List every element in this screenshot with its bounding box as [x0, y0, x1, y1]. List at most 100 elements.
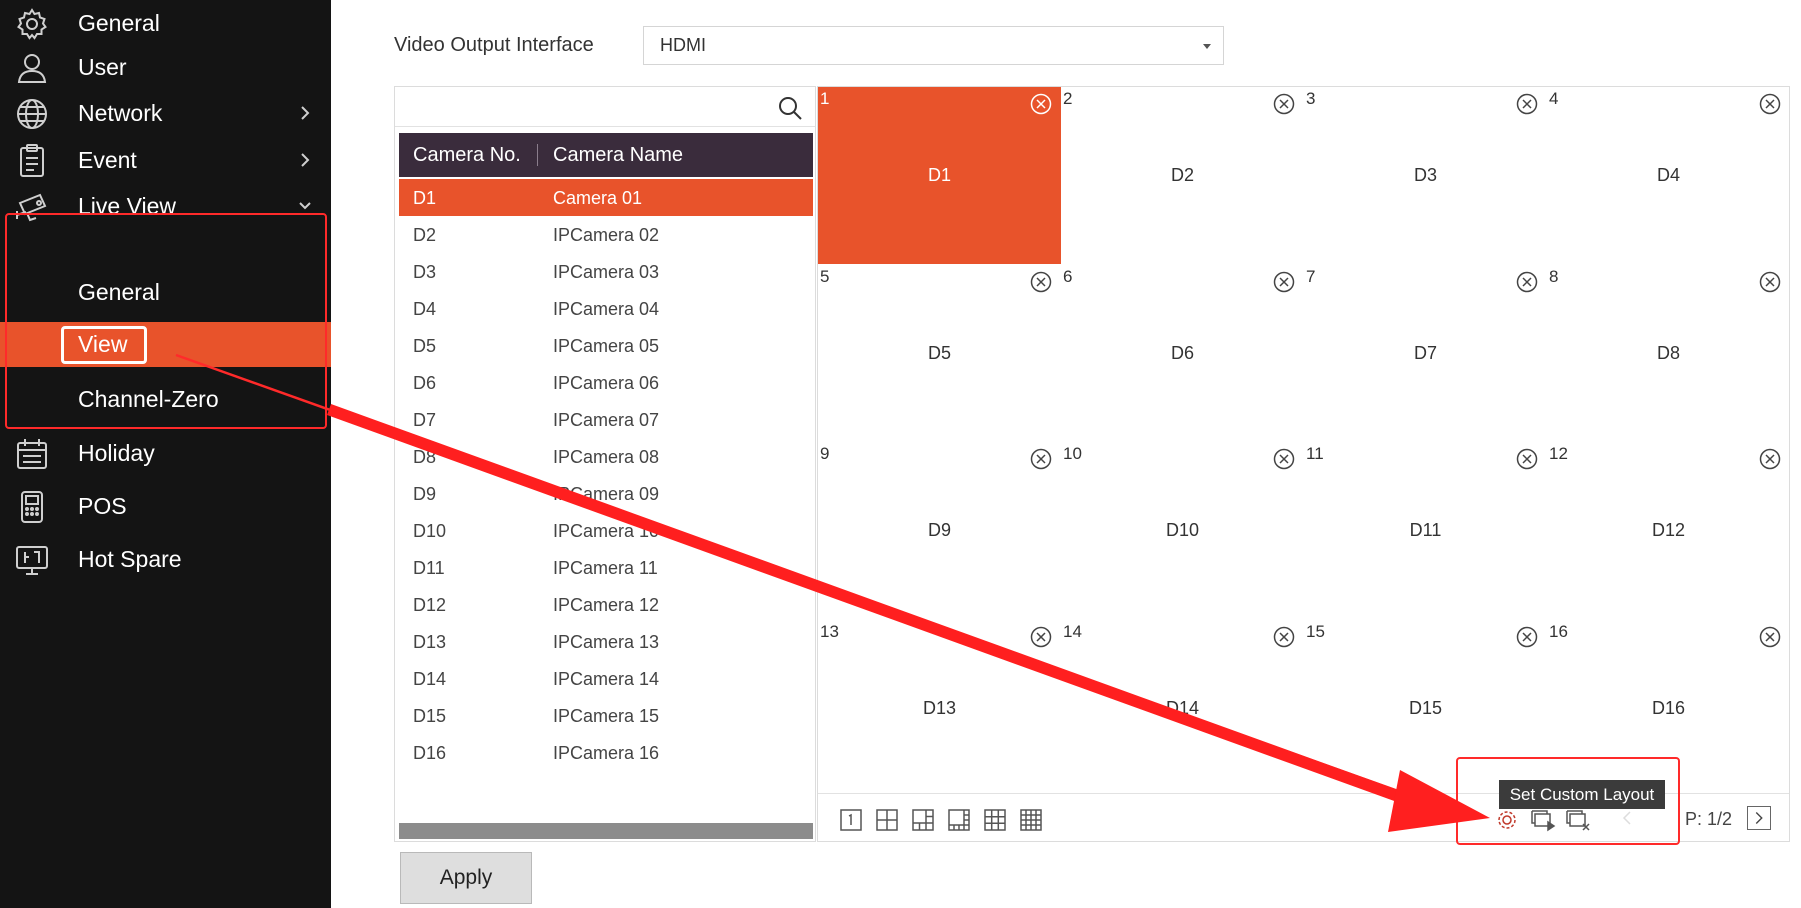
- camera-table-row[interactable]: D16 IPCamera 16: [399, 734, 813, 771]
- sidebar-item-pos[interactable]: POS: [0, 481, 331, 531]
- channel-cell-number: 4: [1549, 89, 1559, 108]
- channel-cell[interactable]: 4 D4: [1547, 87, 1790, 264]
- horizontal-scrollbar[interactable]: [399, 823, 813, 839]
- sidebar-item-label: Network: [78, 99, 163, 126]
- pos-terminal-icon: [21, 491, 43, 523]
- column-header-camera-no[interactable]: Camera No.: [413, 144, 521, 167]
- camera-name-cell: IPCamera 10: [553, 521, 660, 541]
- channel-cell-number: 5: [820, 266, 830, 286]
- channel-cell-label: D12: [1651, 520, 1686, 540]
- sidebar-item-user[interactable]: User: [0, 42, 331, 92]
- camera-table-row[interactable]: D8 IPCamera 08: [399, 438, 813, 475]
- toolbar-highlight-box: [1456, 757, 1680, 845]
- channel-cell-number: 16: [1549, 621, 1568, 641]
- camera-table-body: D1 Camera 01 D2 IPCamera 02 D3 IPCamera 03 D4 I…: [399, 179, 813, 771]
- close-icon[interactable]: [1273, 93, 1295, 115]
- apply-button[interactable]: Apply: [400, 852, 532, 904]
- camera-name-cell: IPCamera 04: [553, 299, 660, 319]
- layout-1plus5-icon[interactable]: [912, 809, 934, 831]
- camera-table-row[interactable]: D7 IPCamera 07: [399, 401, 813, 438]
- close-icon[interactable]: [1030, 626, 1052, 648]
- close-icon[interactable]: [1516, 271, 1538, 293]
- camera-name-cell: Camera 01: [553, 188, 643, 208]
- camera-table-row[interactable]: D2 IPCamera 02: [399, 216, 813, 253]
- channel-cell-number: 14: [1063, 621, 1082, 641]
- close-icon[interactable]: [1759, 93, 1781, 115]
- channel-cell-number: 1: [820, 89, 830, 108]
- close-icon[interactable]: [1030, 271, 1052, 293]
- camera-no-cell: D7: [413, 410, 437, 430]
- camera-table-row[interactable]: D12 IPCamera 12: [399, 586, 813, 623]
- camera-table-row[interactable]: D6 IPCamera 06: [399, 364, 813, 401]
- close-icon[interactable]: [1273, 626, 1295, 648]
- channel-cell[interactable]: 13 D13: [818, 620, 1061, 797]
- camera-name-cell: IPCamera 05: [553, 336, 660, 356]
- channel-cell[interactable]: 12 D12: [1547, 442, 1790, 619]
- sidebar-item-label: Event: [78, 146, 137, 173]
- channel-cell-label: D2: [1170, 165, 1194, 185]
- channel-cell-label: D4: [1656, 165, 1680, 185]
- sidebar: General User Network Event Live View Gen…: [0, 0, 331, 908]
- camera-table-row[interactable]: D3 IPCamera 03: [399, 253, 813, 290]
- close-icon[interactable]: [1516, 93, 1538, 115]
- channel-cell[interactable]: 10 D10: [1061, 442, 1304, 619]
- camera-no-cell: D15: [413, 706, 447, 726]
- globe-icon: [17, 99, 47, 129]
- sidebar-item-network[interactable]: Network: [0, 88, 331, 138]
- camera-table-row[interactable]: D15 IPCamera 15: [399, 697, 813, 734]
- column-header-camera-name[interactable]: Camera Name: [553, 144, 683, 167]
- layout-1plus7-icon[interactable]: [948, 809, 970, 831]
- channel-cell[interactable]: 6 D6: [1061, 265, 1304, 442]
- channel-cell[interactable]: 2 D2: [1061, 87, 1304, 264]
- close-icon[interactable]: [1516, 626, 1538, 648]
- camera-no-cell: D1: [413, 188, 437, 208]
- channel-cell[interactable]: 3 D3: [1304, 87, 1547, 264]
- layout-3x3-icon[interactable]: [984, 809, 1006, 831]
- sidebar-item-label: User: [78, 53, 127, 80]
- close-icon[interactable]: [1030, 448, 1052, 470]
- camera-no-cell: D10: [413, 521, 447, 541]
- sidebar-item-hot-spare[interactable]: Hot Spare: [0, 534, 331, 584]
- layout-2x2-icon[interactable]: [876, 809, 898, 831]
- channel-cell-label: D15: [1408, 697, 1443, 718]
- camera-table-row[interactable]: D11 IPCamera 11: [399, 549, 813, 586]
- camera-no-cell: D11: [413, 558, 445, 578]
- sidebar-item-general[interactable]: General: [0, 0, 331, 48]
- close-icon[interactable]: [1759, 271, 1781, 293]
- close-icon[interactable]: [1516, 448, 1538, 470]
- channel-cell[interactable]: 1 D1: [818, 87, 1061, 264]
- channel-cell[interactable]: 9 D9: [818, 442, 1061, 619]
- channel-cell[interactable]: 5 D5: [818, 265, 1061, 442]
- close-icon[interactable]: [1030, 93, 1052, 115]
- camera-table-row[interactable]: D9 IPCamera 09: [399, 475, 813, 512]
- camera-name-cell: IPCamera 16: [553, 743, 660, 763]
- camera-name-cell: IPCamera 06: [553, 373, 660, 393]
- camera-table-row[interactable]: D13 IPCamera 13: [399, 623, 813, 660]
- video-output-select[interactable]: HDMI: [643, 26, 1224, 65]
- next-page-icon[interactable]: [1747, 806, 1771, 830]
- layout-4x4-icon[interactable]: [1020, 809, 1042, 831]
- layout-1x1-icon[interactable]: [840, 809, 862, 831]
- close-icon[interactable]: [1273, 271, 1295, 293]
- channel-cell[interactable]: 14 D14: [1061, 620, 1304, 797]
- sidebar-item-event[interactable]: Event: [0, 135, 331, 185]
- sidebar-item-holiday[interactable]: Holiday: [0, 428, 331, 478]
- camera-table-row[interactable]: D5 IPCamera 05: [399, 327, 813, 364]
- camera-search-input[interactable]: [395, 87, 815, 127]
- channel-cell[interactable]: 8 D8: [1547, 265, 1790, 442]
- close-icon[interactable]: [1759, 626, 1781, 648]
- camera-no-cell: D13: [413, 632, 447, 652]
- channel-cell-number: 7: [1306, 266, 1316, 286]
- search-icon[interactable]: [777, 95, 803, 121]
- close-icon[interactable]: [1759, 448, 1781, 470]
- channel-cell[interactable]: 11 D11: [1304, 442, 1547, 619]
- camera-table-row[interactable]: D1 Camera 01: [399, 179, 813, 216]
- camera-table-row[interactable]: D4 IPCamera 04: [399, 290, 813, 327]
- camera-name-cell: IPCamera 11: [553, 558, 658, 578]
- close-icon[interactable]: [1273, 448, 1295, 470]
- camera-table-row[interactable]: D14 IPCamera 14: [399, 660, 813, 697]
- camera-table-row[interactable]: D10 IPCamera 10: [399, 512, 813, 549]
- channel-cell[interactable]: 7 D7: [1304, 265, 1547, 442]
- chevron-right-icon: [301, 153, 310, 167]
- channel-cell-label: D9: [927, 520, 951, 540]
